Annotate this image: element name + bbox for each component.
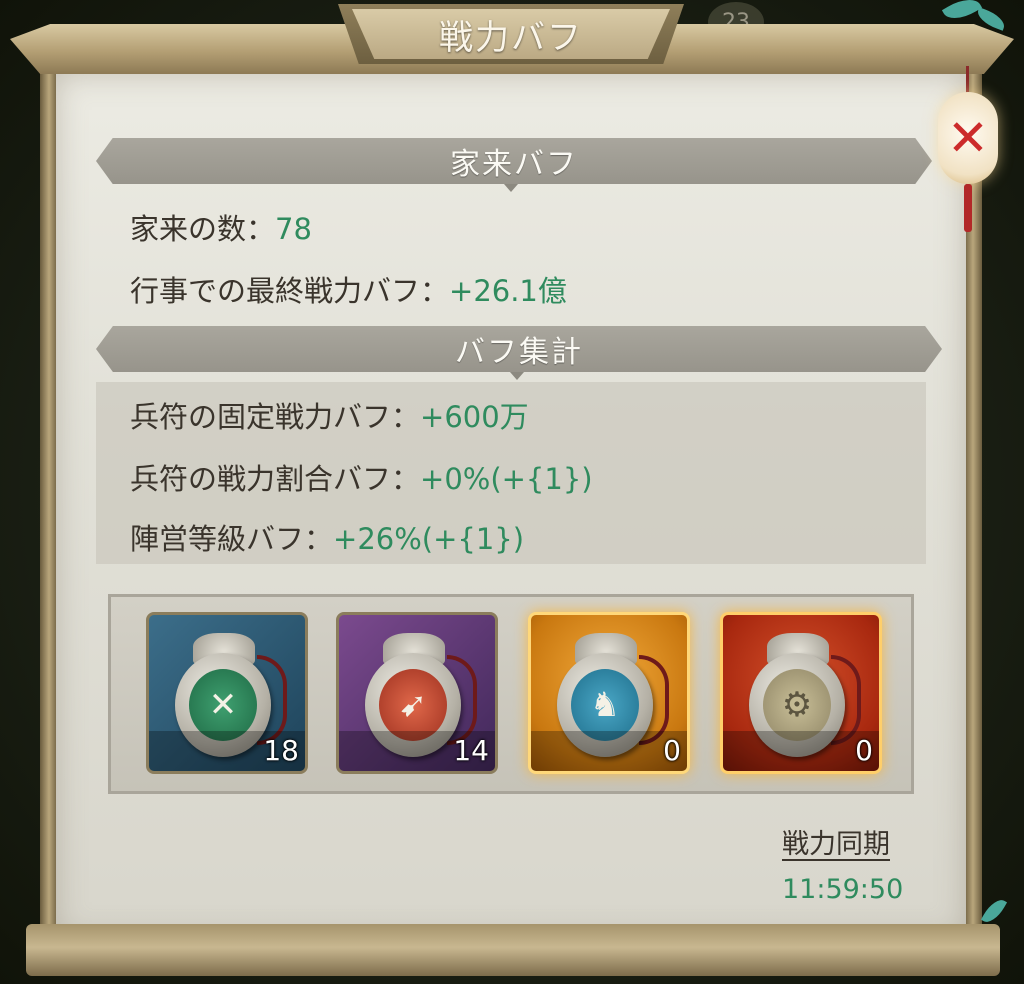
final-buff-label: 行事での最終戦力バフ： <box>130 274 450 308</box>
power-sync-link[interactable]: 戦力同期 <box>782 822 890 861</box>
tally-slot-gold[interactable]: ♞ 0 <box>528 612 690 774</box>
tally-slot-purple[interactable]: ➹ 14 <box>336 612 498 774</box>
final-buff-row: 行事での最終戦力バフ：+26.1億 <box>130 268 567 310</box>
summary-row-value: +0%(+{1}) <box>420 462 593 496</box>
close-icon: ✕ <box>947 109 989 167</box>
tally-slot-blue[interactable]: ✕ 18 <box>146 612 308 774</box>
vassal-buff-header: 家来バフ <box>96 138 932 184</box>
dialog-title: 戦力バフ <box>439 17 583 58</box>
tally-count: 0 <box>855 734 873 767</box>
scroll-bottom-rod <box>26 924 1000 976</box>
vassal-count-label: 家来の数： <box>130 212 276 246</box>
close-button[interactable]: ✕ <box>932 66 1004 236</box>
summary-row: 兵符の戦力割合バフ：+0%(+{1}) <box>130 456 593 498</box>
lantern: ✕ <box>938 92 998 184</box>
title-plate: 戦力バフ <box>352 9 670 59</box>
tally-count: 0 <box>663 734 681 767</box>
summary-row-value: +26%(+{1}) <box>333 522 525 556</box>
tally-count: 18 <box>263 734 299 767</box>
summary-row: 陣営等級バフ：+26%(+{1}) <box>130 516 524 558</box>
summary-row-label: 兵符の戦力割合バフ： <box>130 462 421 496</box>
summary-row-label: 兵符の固定戦力バフ： <box>130 400 421 434</box>
summary-row-label: 陣営等級バフ： <box>130 522 334 556</box>
final-buff-value: +26.1億 <box>449 274 567 308</box>
leaf-decoration <box>941 0 983 26</box>
summary-header-label: バフ集計 <box>455 335 583 370</box>
tally-count: 14 <box>453 734 489 767</box>
vassal-buff-header-label: 家来バフ <box>450 147 578 182</box>
lantern-tassel <box>964 184 972 232</box>
vassal-count-value: 78 <box>275 212 312 246</box>
sync-timer: 11:59:50 <box>782 874 904 905</box>
summary-header: バフ集計 <box>96 326 942 372</box>
tally-slot-red[interactable]: ⚙ 0 <box>720 612 882 774</box>
leaf-decoration <box>980 895 1008 927</box>
vassal-count-row: 家来の数：78 <box>130 206 312 248</box>
summary-row-value: +600万 <box>420 400 529 434</box>
summary-row: 兵符の固定戦力バフ：+600万 <box>130 394 529 436</box>
